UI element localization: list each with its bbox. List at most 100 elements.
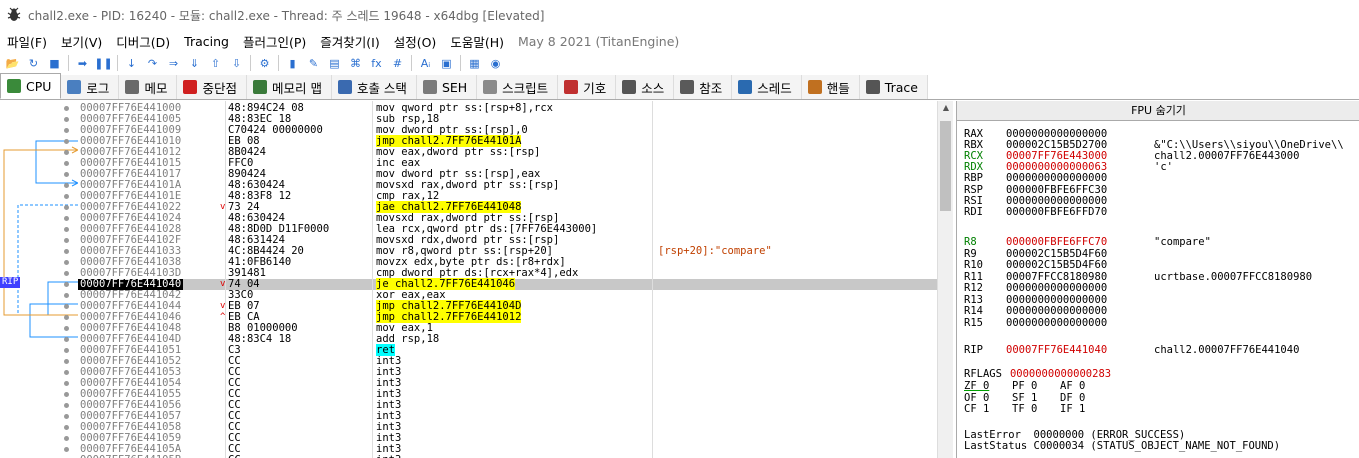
disasm-row[interactable]: 00007FF76E441051 C3 ret — [64, 344, 938, 356]
flag-if[interactable]: IF 1 — [1060, 404, 1108, 415]
breakpoint-dot[interactable] — [64, 414, 69, 419]
tab-5[interactable]: 호출 스택 — [331, 75, 417, 99]
trace-into-icon[interactable]: ⇒ — [165, 55, 182, 72]
breakpoint-dot[interactable] — [64, 271, 69, 276]
step-over-icon[interactable]: ↷ — [144, 55, 161, 72]
fpu-toggle-header[interactable]: FPU 숨기기 — [957, 101, 1359, 121]
register-rbp[interactable]: RBP 0000000000000000 — [964, 173, 1154, 184]
breakpoint-dot[interactable] — [64, 392, 69, 397]
step-into-icon[interactable]: ↓ — [123, 55, 140, 72]
disasm-row[interactable]: 00007FF76E441055 CC int3 — [64, 389, 938, 400]
label-icon[interactable]: ▤ — [326, 55, 343, 72]
disasm-row[interactable]: 00007FF76E44101A 48:630424 movsxd rax,dwor… — [64, 180, 938, 191]
breakpoint-dot[interactable] — [64, 150, 69, 155]
breakpoint-dot[interactable] — [64, 282, 69, 287]
flag-pf[interactable]: PF 0 — [1012, 381, 1060, 392]
register-r15[interactable]: R15 0000000000000000 — [964, 317, 1154, 329]
breakpoint-dot[interactable] — [64, 326, 69, 331]
disasm-row[interactable]: 00007FF76E441040 v 74 04 je chall2.7FF76E44… — [64, 278, 938, 290]
register-r13[interactable]: R13 0000000000000000 — [964, 294, 1154, 306]
breakpoint-dot[interactable] — [64, 183, 69, 188]
menu-item-4[interactable]: 플러그인(P) — [236, 32, 313, 51]
menu-item-3[interactable]: Tracing — [177, 34, 236, 49]
flag-zf[interactable]: ZF 0 — [964, 381, 1012, 392]
tab-9[interactable]: 소스 — [616, 75, 675, 99]
breakpoint-dot[interactable] — [64, 249, 69, 254]
scylla-icon[interactable]: ⚙ — [256, 55, 273, 72]
breakpoint-dot[interactable] — [64, 139, 69, 144]
breakpoint-dot[interactable] — [64, 315, 69, 320]
run-icon[interactable]: ➡ — [74, 55, 91, 72]
breakpoint-dot[interactable] — [64, 381, 69, 386]
disasm-row[interactable]: 00007FF76E441053 CC int3 — [64, 367, 938, 378]
register-rip[interactable]: RIP 00007FF76E441040 chall2.00007FF76E4410… — [964, 345, 1299, 356]
flag-af[interactable]: AF 0 — [1060, 381, 1108, 392]
breakpoint-dot[interactable] — [64, 447, 69, 452]
disasm-row[interactable]: 00007FF76E441012 8B0424 mov eax,dword ptr … — [64, 147, 938, 158]
trace-over-icon[interactable]: ⇓ — [186, 55, 203, 72]
tab-7[interactable]: 스크립트 — [477, 75, 559, 99]
menu-item-7[interactable]: 도움말(H) — [443, 32, 511, 51]
breakpoint-dot[interactable] — [64, 117, 69, 122]
disasm-row[interactable]: 00007FF76E441059 CC int3 — [64, 433, 938, 444]
register-r10[interactable]: R10 000002C15B5D4F60 — [964, 260, 1154, 271]
breakpoint-dot[interactable] — [64, 370, 69, 375]
breakpoint-dot[interactable] — [64, 260, 69, 265]
breakpoint-dot[interactable] — [64, 128, 69, 133]
register-r14[interactable]: R14 0000000000000000 — [964, 306, 1154, 317]
menu-item-6[interactable]: 설정(O) — [387, 32, 444, 51]
tab-4[interactable]: 메모리 맵 — [246, 75, 332, 99]
scrollbar-thumb[interactable] — [940, 121, 951, 211]
tab-3[interactable]: 중단점 — [177, 75, 247, 99]
flag-of[interactable]: OF 0 — [964, 392, 1012, 404]
tab-11[interactable]: 스레드 — [732, 75, 802, 99]
disasm-row[interactable]: 00007FF76E441000 48:894C24 08 mov qword pt… — [64, 103, 938, 114]
disasm-row[interactable]: 00007FF76E441046 ^ EB CA jmp chall2.7FF76E4… — [64, 311, 938, 323]
tab-10[interactable]: 참조 — [674, 75, 733, 99]
breakpoint-dot[interactable] — [64, 205, 69, 210]
breakpoint-dot[interactable] — [64, 403, 69, 408]
register-rsi[interactable]: RSI 0000000000000000 — [964, 195, 1154, 207]
breakpoint-dot[interactable] — [64, 238, 69, 243]
disasm-row[interactable]: 00007FF76E441054 CC int3 — [64, 378, 938, 389]
breakpoint-dot[interactable] — [64, 359, 69, 364]
tab-6[interactable]: SEH — [416, 75, 478, 99]
menu-item-2[interactable]: 디버그(D) — [109, 32, 177, 51]
flag-cf[interactable]: CF 1 — [964, 404, 1012, 415]
breakpoint-dot[interactable] — [64, 425, 69, 430]
disasm-row[interactable]: 00007FF76E441058 CC int3 — [64, 422, 938, 433]
bookmark-icon[interactable]: ⌘ — [347, 55, 364, 72]
breakpoint-dot[interactable] — [64, 293, 69, 298]
register-rdi[interactable]: RDI 000000FBFE6FFD70 — [964, 206, 1154, 218]
breakpoint-dot[interactable] — [64, 348, 69, 353]
disasm-row[interactable]: 00007FF76E441048 B8 01000000 mov eax,1 — [64, 323, 938, 334]
function-icon[interactable]: fx — [368, 55, 385, 72]
register-rflags[interactable]: RFLAGS 0000000000000283 — [964, 369, 1111, 380]
flag-sf[interactable]: SF 1 — [1012, 392, 1060, 404]
breakpoint-dot[interactable] — [64, 337, 69, 342]
restart-icon[interactable]: ↻ — [25, 55, 42, 72]
run-to-user-code-icon[interactable]: ⇩ — [228, 55, 245, 72]
menu-item-0[interactable]: 파일(F) — [0, 32, 54, 51]
disasm-row[interactable]: 00007FF76E441056 CC int3 — [64, 400, 938, 411]
register-r11[interactable]: R11 00007FFCC8180980 ucrtbase.00007FFCC818… — [964, 271, 1312, 283]
breakpoint-dot[interactable] — [64, 227, 69, 232]
execute-till-return-icon[interactable]: ⇧ — [207, 55, 224, 72]
pause-icon[interactable]: ❚❚ — [94, 55, 112, 72]
flag-tf[interactable]: TF 0 — [1012, 404, 1060, 415]
register-rsp[interactable]: RSP 000000FBFE6FFC30 — [964, 184, 1154, 196]
breakpoint-dot[interactable] — [64, 304, 69, 309]
tab-13[interactable]: Trace — [859, 75, 928, 99]
register-r12[interactable]: R12 0000000000000000 — [964, 283, 1154, 294]
hash-icon[interactable]: # — [389, 55, 406, 72]
disasm-row[interactable]: 00007FF76E441057 CC int3 — [64, 411, 938, 422]
tab-0[interactable]: CPU — [0, 73, 62, 99]
breakpoint-dot[interactable] — [64, 106, 69, 111]
notes-icon[interactable]: ▦ — [466, 55, 483, 72]
tab-12[interactable]: 핸들 — [801, 75, 860, 99]
patch-icon[interactable]: ▮ — [284, 55, 301, 72]
stop-icon[interactable]: ■ — [46, 55, 63, 72]
calculator-icon[interactable]: ▣ — [438, 55, 455, 72]
globe-icon[interactable]: ◉ — [487, 55, 504, 72]
menu-item-1[interactable]: 보기(V) — [54, 32, 109, 51]
